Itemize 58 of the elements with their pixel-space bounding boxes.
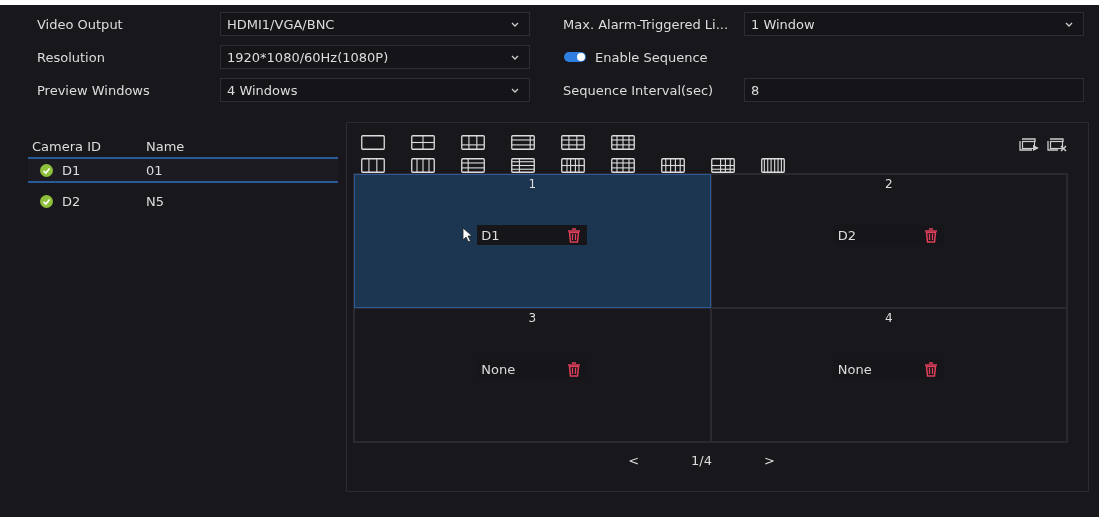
dropdown-icon[interactable] bbox=[511, 54, 519, 60]
layout-grid-icon[interactable] bbox=[511, 158, 535, 173]
layout-grid-icon[interactable] bbox=[361, 158, 385, 173]
camera-id: D2 bbox=[62, 193, 81, 209]
window-number: 1 bbox=[528, 177, 537, 191]
window-number: 3 bbox=[528, 311, 537, 325]
cursor-icon bbox=[462, 227, 473, 243]
camera-row[interactable]: D2 N5 bbox=[28, 183, 338, 221]
camera-name: N5 bbox=[146, 193, 164, 209]
trash-icon[interactable] bbox=[923, 361, 938, 377]
layout-grid-icon[interactable] bbox=[361, 135, 385, 150]
trash-icon[interactable] bbox=[923, 227, 938, 243]
layout-grid-icon[interactable] bbox=[611, 158, 635, 173]
input-field[interactable]: 8 bbox=[744, 78, 1084, 102]
window-number: 4 bbox=[884, 311, 893, 325]
dropdown[interactable]: 4 Windows bbox=[220, 78, 530, 102]
layout-grid-icon[interactable] bbox=[711, 158, 735, 173]
camera-dropdown[interactable]: D1 bbox=[477, 225, 588, 245]
toggle-label: Enable Sequence bbox=[595, 49, 708, 65]
field-label: Sequence Interval(sec) bbox=[562, 82, 715, 98]
preview-window[interactable]: 1 D1 bbox=[354, 174, 711, 308]
dropdown-icon[interactable] bbox=[511, 21, 519, 27]
camera-name: 01 bbox=[146, 162, 163, 178]
previous-page-button[interactable]: < bbox=[628, 453, 640, 468]
field-label: Max. Alarm-Triggered Li... bbox=[562, 16, 730, 32]
dropdown[interactable]: 1920*1080/60Hz(1080P) bbox=[220, 45, 530, 69]
layout-grid-icon[interactable] bbox=[411, 158, 435, 173]
layout-grid-icon[interactable] bbox=[461, 158, 485, 173]
layout-grid-icon[interactable] bbox=[511, 135, 535, 150]
layout-grid-icon[interactable] bbox=[611, 135, 635, 150]
trash-icon[interactable] bbox=[567, 227, 582, 243]
field-label: Preview Windows bbox=[36, 82, 151, 98]
preview-window[interactable]: 3 None bbox=[354, 308, 711, 442]
layout-grid-icon[interactable] bbox=[461, 135, 485, 150]
layout-grid-icon[interactable] bbox=[411, 135, 435, 150]
dropdown-icon[interactable] bbox=[511, 87, 519, 93]
column-header: Camera ID bbox=[31, 138, 102, 154]
next-page-button[interactable]: > bbox=[763, 453, 775, 468]
layout-grid-icon[interactable] bbox=[761, 158, 785, 173]
dropdown[interactable]: 1 Window bbox=[744, 12, 1084, 36]
page-indicator: 1/4 bbox=[691, 453, 712, 468]
column-header: Name bbox=[146, 138, 185, 154]
field-label: Video Output bbox=[36, 16, 124, 32]
preview-window[interactable]: 2 D2 bbox=[710, 174, 1067, 308]
clear-windows-icon[interactable] bbox=[1046, 137, 1068, 152]
layout-grid-icon[interactable] bbox=[661, 158, 685, 173]
trash-icon[interactable] bbox=[567, 361, 582, 377]
layout-grid-icon[interactable] bbox=[561, 135, 585, 150]
camera-id: D1 bbox=[62, 162, 81, 178]
dropdown-icon[interactable] bbox=[1065, 21, 1073, 27]
toggle-switch[interactable] bbox=[564, 52, 586, 62]
window-number: 2 bbox=[884, 177, 893, 191]
dropdown[interactable]: HDMI1/VGA/BNC bbox=[220, 12, 530, 36]
field-label: Resolution bbox=[36, 49, 106, 65]
layout-grid-icon[interactable] bbox=[561, 158, 585, 173]
camera-row[interactable]: D1 01 bbox=[28, 159, 338, 183]
preview-window[interactable]: 4 None bbox=[710, 308, 1067, 442]
start-sequence-icon[interactable] bbox=[1018, 137, 1040, 152]
